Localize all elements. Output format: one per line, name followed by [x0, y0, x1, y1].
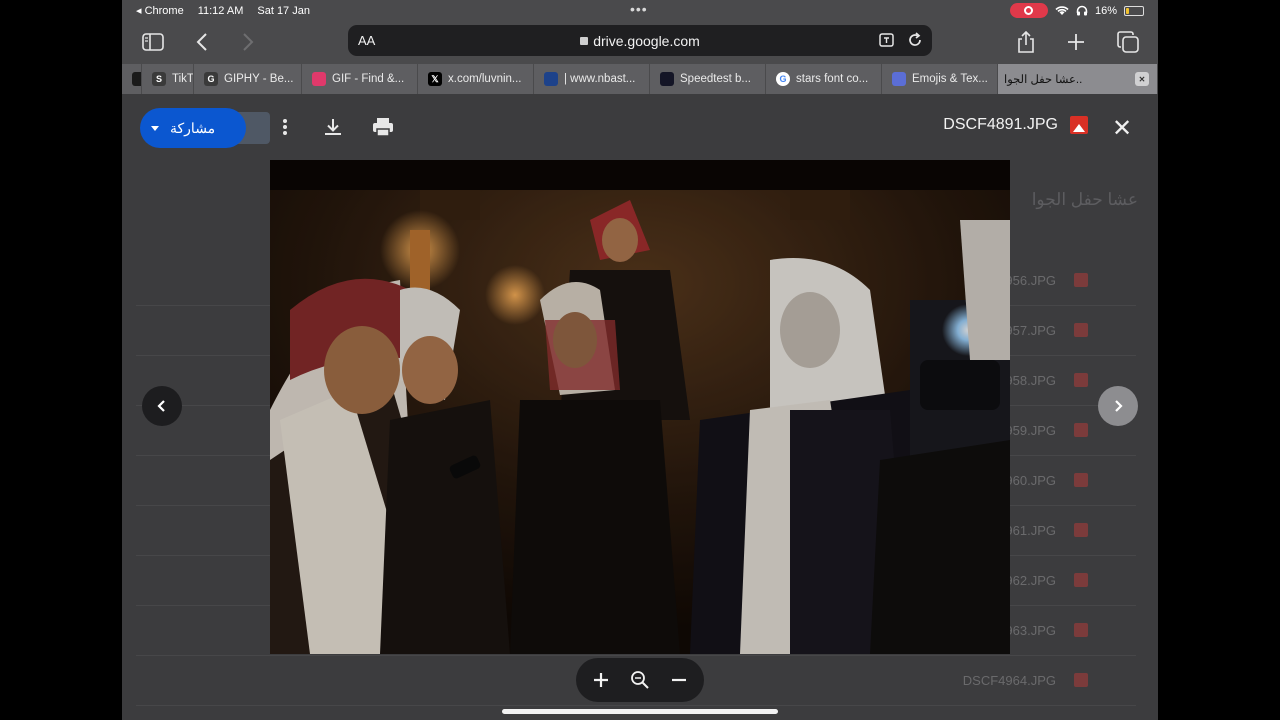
tab-label: TikTo	[172, 73, 193, 85]
tab-label: | www.nbast...	[564, 73, 636, 85]
image-file-icon	[1074, 473, 1088, 487]
headphones-icon	[1076, 5, 1088, 16]
event-photo-image	[270, 160, 1010, 654]
browser-tab[interactable]: 𝕏x.com/luvnin...	[418, 64, 534, 94]
folder-title: عشا حفل الجوا	[1031, 190, 1138, 209]
browser-tab[interactable]	[122, 64, 142, 94]
home-indicator[interactable]	[502, 709, 778, 714]
previous-file-button[interactable]	[142, 386, 182, 426]
file-name-title: DSCF4891.JPG	[943, 116, 1058, 133]
photo-preview	[270, 160, 1010, 654]
translate-icon[interactable]	[878, 31, 896, 49]
next-file-button[interactable]	[1098, 386, 1138, 426]
status-time: 11:12 AM	[197, 4, 244, 17]
more-options-icon[interactable]	[272, 114, 298, 140]
image-file-icon	[1074, 573, 1088, 587]
browser-tab[interactable]: Emojis & Tex...	[882, 64, 998, 94]
browser-tab[interactable]: Gstars font co...	[766, 64, 882, 94]
new-tab-icon[interactable]	[1062, 28, 1090, 56]
browser-tab[interactable]: | www.nbast...	[534, 64, 650, 94]
browser-tab[interactable]: GIF - Find &...	[302, 64, 418, 94]
screen: ◂ Chrome 11:12 AM Sat 17 Jan ••• 16% AA …	[0, 0, 1280, 720]
zoom-in-icon[interactable]	[587, 666, 615, 694]
image-file-icon	[1074, 273, 1088, 287]
status-bar: ◂ Chrome 11:12 AM Sat 17 Jan ••• 16%	[122, 0, 1158, 20]
battery-percent: 16%	[1094, 4, 1117, 17]
lock-icon	[580, 37, 589, 45]
image-file-icon	[1074, 523, 1088, 537]
wifi-icon	[1055, 6, 1069, 15]
share-button-label: مشاركة	[170, 119, 216, 136]
reload-icon[interactable]	[906, 31, 924, 49]
tab-label: GIPHY - Be...	[224, 73, 294, 85]
gif-icon	[312, 72, 326, 86]
battery-icon	[1124, 5, 1144, 16]
screen-record-icon[interactable]	[1009, 3, 1048, 18]
back-icon[interactable]	[188, 28, 216, 56]
tab-label: عشا حفل الجوا..	[1004, 74, 1083, 86]
image-file-icon	[1070, 116, 1088, 134]
image-file-icon	[1074, 673, 1088, 687]
forward-icon[interactable]	[234, 28, 262, 56]
viewer-top-bar: مشاركة DSCF4891.JPG ✕	[122, 94, 1158, 158]
zoom-controls	[576, 658, 704, 702]
zoom-reset-icon[interactable]	[626, 666, 654, 694]
ipad-screen: ◂ Chrome 11:12 AM Sat 17 Jan ••• 16% AA …	[122, 0, 1158, 720]
tab-label: Emojis & Tex...	[912, 73, 988, 85]
s-icon: S	[152, 72, 166, 86]
close-viewer-icon[interactable]: ✕	[1108, 114, 1136, 142]
image-file-icon	[1074, 373, 1088, 387]
sidebar-icon[interactable]	[139, 28, 167, 56]
image-file-icon	[1074, 423, 1088, 437]
tab-label: GIF - Find &...	[332, 73, 405, 85]
multitasking-dots-icon[interactable]: •••	[630, 2, 648, 16]
tab-label: x.com/luvnin...	[448, 73, 522, 85]
file-name: DSCF4964.JPG	[962, 673, 1056, 688]
share-dropdown-icon[interactable]	[140, 125, 170, 131]
nba-icon	[544, 72, 558, 86]
speedtest-icon	[660, 72, 674, 86]
browser-tab[interactable]: S TikTo	[142, 64, 194, 94]
browser-tab[interactable]: ✕ عشا حفل الجوا..	[998, 64, 1158, 94]
image-file-icon	[1074, 623, 1088, 637]
url-text: drive.google.com	[593, 33, 700, 49]
zoom-out-icon[interactable]	[665, 666, 693, 694]
drive-file-viewer: عشا حفل الجوا DSCF4956.JPGDSCF4957.JPGDS…	[122, 94, 1158, 720]
browser-tab[interactable]: Speedtest b...	[650, 64, 766, 94]
tiktok-icon	[132, 72, 141, 86]
tab-label: stars font co...	[796, 73, 869, 85]
address-bar[interactable]: AA drive.google.com	[348, 25, 932, 56]
print-icon[interactable]	[370, 114, 396, 140]
download-icon[interactable]	[320, 114, 346, 140]
share-sheet-icon[interactable]	[1012, 28, 1040, 56]
share-button[interactable]: مشاركة	[140, 108, 246, 148]
google-icon: G	[776, 72, 790, 86]
tab-label: Speedtest b...	[680, 73, 751, 85]
status-date: Sat 17 Jan	[257, 4, 310, 17]
tab-strip: S TikTo G GIPHY - Be... GIF - Find &... 𝕏x.co…	[122, 64, 1158, 94]
browser-tab[interactable]: G GIPHY - Be...	[194, 64, 302, 94]
back-to-app-link[interactable]: ◂ Chrome	[136, 4, 184, 17]
tabs-overview-icon[interactable]	[1114, 28, 1142, 56]
emoji-icon	[892, 72, 906, 86]
image-file-icon	[1074, 323, 1088, 337]
browser-toolbar: AA drive.google.com	[122, 20, 1158, 64]
x-icon: 𝕏	[428, 72, 442, 86]
giphy-icon: G	[204, 72, 218, 86]
close-tab-icon[interactable]: ✕	[1135, 72, 1149, 86]
